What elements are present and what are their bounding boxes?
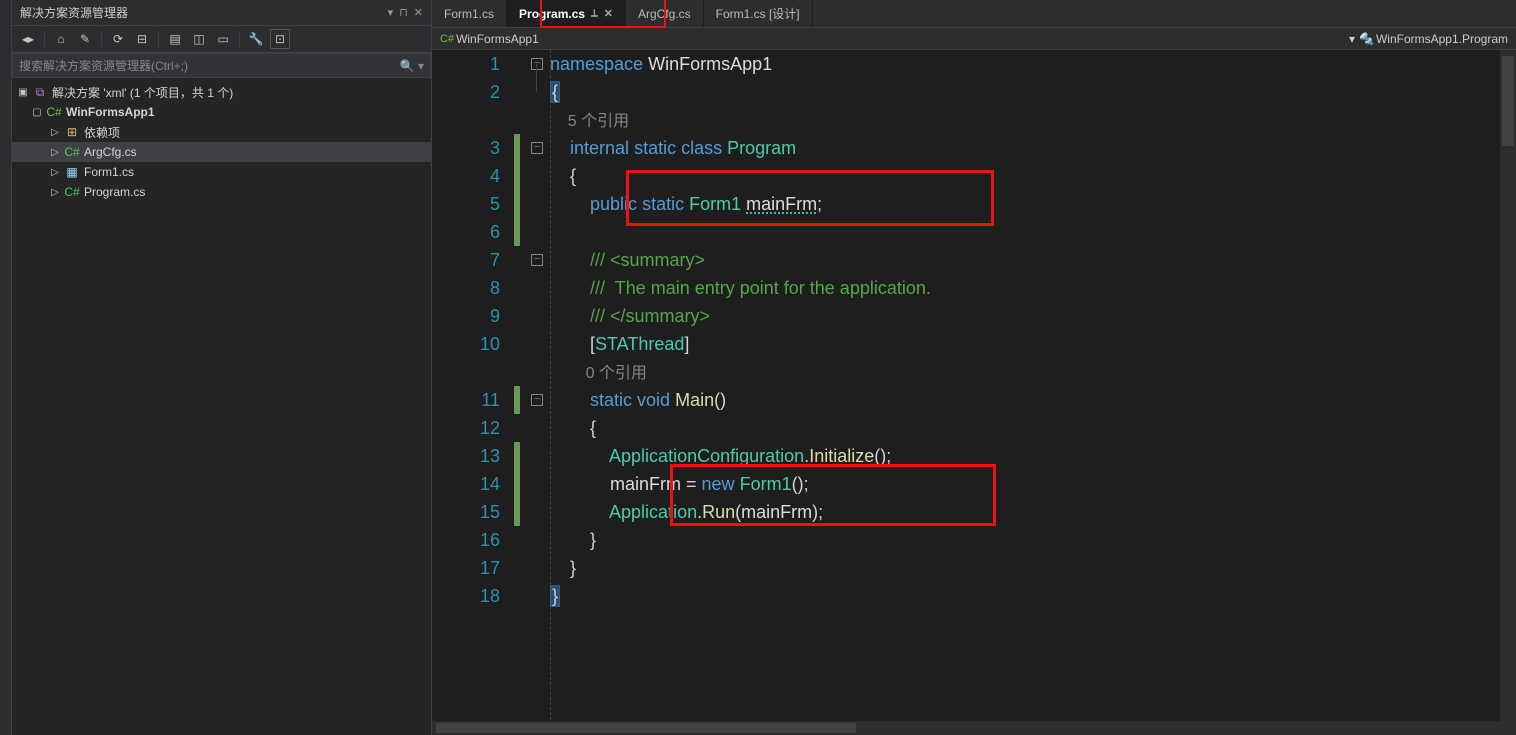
tree-item-label: ArgCfg.cs: [84, 145, 137, 159]
panel-dropdown-icon[interactable]: ▾: [388, 6, 394, 19]
fold-toggle-icon[interactable]: −: [531, 394, 543, 406]
panel-toolbar: ◂▸ ⌂ ✎ ⟳ ⊟ ▤ ◫ ▭ 🔧 ⊡: [12, 26, 431, 53]
toolbar-sync-icon[interactable]: ✎: [75, 29, 95, 49]
solution-tree: ▣ ⧉ 解决方案 'xml' (1 个项目，共 1 个) ▢ C# WinFor…: [12, 78, 431, 735]
tab-form1-design[interactable]: Form1.cs [设计]: [704, 0, 813, 27]
toolbar-view-icon[interactable]: ⊡: [270, 29, 290, 49]
csharp-file-icon: C#: [64, 185, 80, 199]
toolbar-showall-icon[interactable]: ▤: [165, 29, 185, 49]
tab-argcfg[interactable]: ArgCfg.cs: [626, 0, 704, 27]
tree-item-label: Program.cs: [84, 185, 145, 199]
chevron-right-icon[interactable]: ▷: [50, 167, 60, 178]
tab-program[interactable]: Program.cs ⟂ ✕: [507, 0, 626, 27]
chevron-right-icon[interactable]: ▷: [50, 187, 60, 198]
scrollbar-thumb[interactable]: [1502, 56, 1514, 146]
breadcrumb-class[interactable]: 🔩 WinFormsApp1.Program: [1359, 32, 1508, 46]
breadcrumb-left-text: WinFormsApp1: [456, 32, 539, 46]
toolbar-preview-icon[interactable]: ▭: [213, 29, 233, 49]
tab-label: Program.cs: [519, 7, 585, 21]
panel-title-text: 解决方案资源管理器: [20, 4, 128, 21]
fold-toggle-icon[interactable]: −: [531, 142, 543, 154]
solution-explorer-panel: 解决方案资源管理器 ▾ ⊓ ✕ ◂▸ ⌂ ✎ ⟳ ⊟ ▤ ◫ ▭ 🔧 ⊡ 搜索解…: [12, 0, 432, 735]
code-content[interactable]: namespace WinFormsApp1 { 5 个引用 internal …: [548, 50, 1516, 735]
tree-item-argcfg[interactable]: ▷ C# ArgCfg.cs: [12, 142, 431, 162]
csproj-icon: C#: [46, 105, 62, 119]
class-icon: 🔩: [1359, 32, 1374, 46]
left-tool-strip[interactable]: [0, 0, 12, 735]
tree-solution-row[interactable]: ▣ ⧉ 解决方案 'xml' (1 个项目，共 1 个): [12, 82, 431, 102]
fold-column: − − − −: [526, 50, 548, 735]
search-dropdown-icon[interactable]: 🔍 ▾: [400, 59, 424, 73]
tree-item-program[interactable]: ▷ C# Program.cs: [12, 182, 431, 202]
tab-label: Form1.cs [设计]: [716, 5, 800, 22]
solution-label: 解决方案 'xml' (1 个项目，共 1 个): [52, 84, 233, 101]
change-marker-column: [512, 50, 526, 735]
toolbar-properties-icon[interactable]: ◫: [189, 29, 209, 49]
fold-toggle-icon[interactable]: −: [531, 58, 543, 70]
dependencies-icon: ⊞: [64, 125, 80, 139]
toolbar-refresh-icon[interactable]: ⟳: [108, 29, 128, 49]
tab-form1[interactable]: Form1.cs: [432, 0, 507, 27]
breadcrumb-right-text: WinFormsApp1.Program: [1376, 32, 1508, 46]
tree-item-dependencies[interactable]: ▷ ⊞ 依赖项: [12, 122, 431, 142]
tab-label: Form1.cs: [444, 7, 494, 21]
toolbar-back-icon[interactable]: ◂▸: [18, 29, 38, 49]
panel-title-bar[interactable]: 解决方案资源管理器 ▾ ⊓ ✕: [12, 0, 431, 26]
chevron-right-icon[interactable]: ▷: [50, 147, 60, 158]
toolbar-home-icon[interactable]: ⌂: [51, 29, 71, 49]
search-input[interactable]: 搜索解决方案资源管理器(Ctrl+;) 🔍 ▾: [12, 53, 431, 78]
tree-item-label: 依赖项: [84, 124, 120, 141]
project-label: WinFormsApp1: [66, 105, 155, 119]
chevron-right-icon[interactable]: ▷: [50, 127, 60, 138]
scrollbar-thumb[interactable]: [436, 723, 856, 733]
tree-item-label: Form1.cs: [84, 165, 134, 179]
chevron-down-icon[interactable]: ▣: [18, 87, 28, 98]
tree-project-row[interactable]: ▢ C# WinFormsApp1: [12, 102, 431, 122]
search-placeholder-text: 搜索解决方案资源管理器(Ctrl+;): [19, 57, 188, 74]
tab-bar: Form1.cs Program.cs ⟂ ✕ ArgCfg.cs Form1.…: [432, 0, 1516, 28]
csharp-file-icon: C#: [64, 145, 80, 159]
toolbar-wrench-icon[interactable]: 🔧: [246, 29, 266, 49]
toolbar-collapse-icon[interactable]: ⊟: [132, 29, 152, 49]
breadcrumb-caret-icon[interactable]: ▾: [1349, 32, 1355, 46]
pin-icon[interactable]: ⟂: [591, 8, 598, 19]
solution-icon: ⧉: [32, 85, 48, 100]
chevron-down-icon[interactable]: ▢: [32, 107, 42, 118]
code-editor[interactable]: 1 2 3 4 5 6 7 8 9 10 11 12 13 14 15 16 1…: [432, 50, 1516, 735]
form-file-icon: ▦: [64, 165, 80, 179]
fold-toggle-icon[interactable]: −: [531, 254, 543, 266]
line-number-gutter: 1 2 3 4 5 6 7 8 9 10 11 12 13 14 15 16 1…: [432, 50, 512, 735]
csproj-icon: C#: [440, 33, 454, 45]
panel-close-icon[interactable]: ✕: [414, 6, 423, 19]
editor-area: Form1.cs Program.cs ⟂ ✕ ArgCfg.cs Form1.…: [432, 0, 1516, 735]
tab-label: ArgCfg.cs: [638, 7, 691, 21]
tree-item-form1[interactable]: ▷ ▦ Form1.cs: [12, 162, 431, 182]
panel-pin-icon[interactable]: ⊓: [399, 6, 408, 19]
breadcrumb-bar: C# WinFormsApp1 ▾ 🔩 WinFormsApp1.Program: [432, 28, 1516, 50]
horizontal-scrollbar[interactable]: [432, 721, 1500, 735]
vertical-scrollbar[interactable]: [1500, 50, 1516, 735]
close-icon[interactable]: ✕: [604, 7, 613, 20]
breadcrumb-project[interactable]: C# WinFormsApp1: [440, 32, 539, 46]
